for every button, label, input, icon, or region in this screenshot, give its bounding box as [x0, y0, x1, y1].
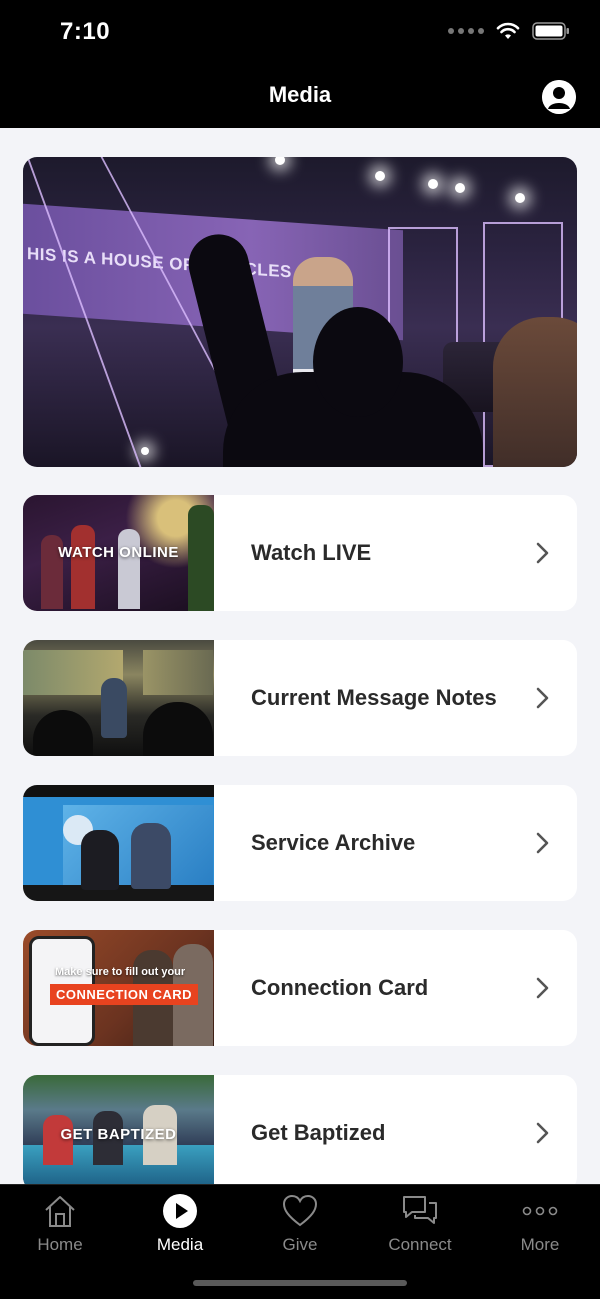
get-baptized-thumbnail: GET BAPTIZED [23, 1075, 214, 1184]
message-notes-thumbnail [23, 640, 214, 756]
battery-icon [532, 22, 569, 40]
tab-label: Media [156, 1235, 204, 1254]
home-indicator[interactable] [193, 1280, 407, 1286]
more-icon [521, 1193, 559, 1229]
card-label: Current Message Notes [251, 685, 497, 711]
card-label: Connection Card [251, 975, 429, 1001]
status-time: 7:10 [60, 18, 111, 45]
card-watch-live[interactable]: WATCH ONLINE Watch LIVE [23, 495, 577, 611]
signal-icon [448, 28, 484, 34]
tab-media[interactable]: Media [120, 1185, 240, 1265]
chevron-right-icon [536, 687, 549, 709]
card-get-baptized[interactable]: GET BAPTIZED Get Baptized [23, 1075, 577, 1184]
status-icons [448, 22, 570, 40]
card-connection-card[interactable]: Make sure to fill out your CONNECTION CA… [23, 930, 577, 1046]
tab-home[interactable]: Home [0, 1185, 120, 1265]
tab-connect[interactable]: Connect [360, 1185, 480, 1265]
chat-icon [401, 1193, 439, 1229]
page-title: Media [268, 82, 332, 107]
connection-card-thumb-caption: Make sure to fill out your [55, 966, 186, 978]
profile-button[interactable] [542, 80, 576, 114]
tab-give[interactable]: Give [240, 1185, 360, 1265]
watch-live-thumb-text: WATCH ONLINE [58, 544, 179, 561]
tab-label: More [520, 1235, 560, 1254]
tab-more[interactable]: More [480, 1185, 600, 1265]
tab-label: Home [37, 1235, 83, 1254]
status-bar: 7:10 [0, 0, 600, 62]
chevron-right-icon [536, 1122, 549, 1144]
chevron-right-icon [536, 977, 549, 999]
home-icon [42, 1193, 78, 1229]
tab-label: Give [282, 1235, 318, 1254]
navigation-bar: Media [0, 62, 600, 128]
card-current-message-notes[interactable]: Current Message Notes [23, 640, 577, 756]
get-baptized-thumb-text: GET BAPTIZED [60, 1126, 177, 1143]
user-icon [542, 80, 576, 114]
chevron-right-icon [536, 542, 549, 564]
wifi-icon [496, 22, 520, 39]
card-label: Watch LIVE [251, 540, 372, 566]
card-label: Get Baptized [251, 1120, 386, 1146]
connection-card-thumb-badge: CONNECTION CARD [50, 984, 199, 1005]
service-archive-thumbnail [23, 785, 214, 901]
connection-card-thumbnail: Make sure to fill out your CONNECTION CA… [23, 930, 214, 1046]
heart-icon [282, 1193, 318, 1229]
chevron-right-icon [536, 832, 549, 854]
play-icon [162, 1193, 198, 1229]
hero-image[interactable]: HIS IS A HOUSE OF MIRACLES [23, 157, 577, 467]
media-list[interactable]: HIS IS A HOUSE OF MIRACLES WATCH ONLINE … [0, 128, 600, 1184]
watch-live-thumbnail: WATCH ONLINE [23, 495, 214, 611]
tab-label: Connect [388, 1235, 452, 1254]
card-service-archive[interactable]: Service Archive [23, 785, 577, 901]
card-label: Service Archive [251, 830, 416, 856]
